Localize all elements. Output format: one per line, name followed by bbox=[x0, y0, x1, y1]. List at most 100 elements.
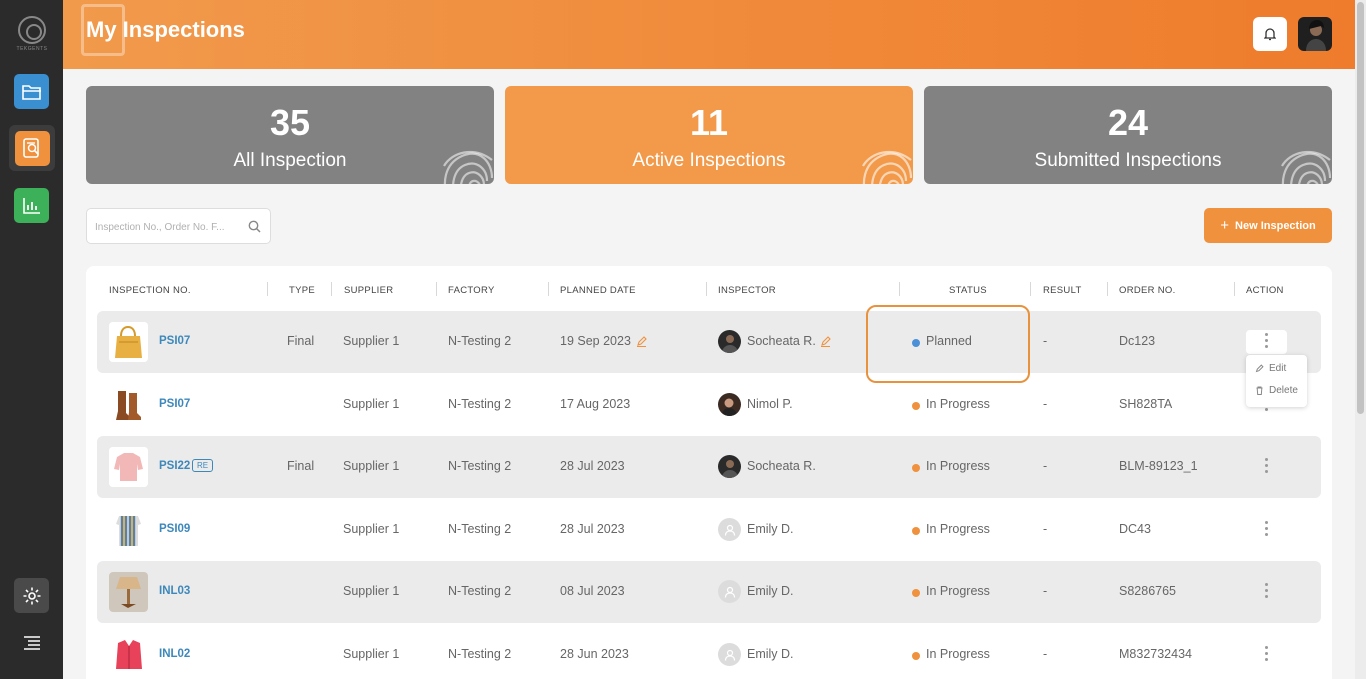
pencil-icon bbox=[1255, 364, 1264, 373]
factory-cell: N-Testing 2 bbox=[448, 459, 512, 473]
inspector-avatar-placeholder bbox=[718, 643, 741, 666]
planned-date-cell: 19 Sep 2023 bbox=[560, 334, 631, 348]
kebab-menu-icon[interactable] bbox=[1265, 521, 1269, 539]
edit-date-pencil-icon[interactable] bbox=[636, 336, 647, 347]
type-cell: Final bbox=[287, 459, 315, 473]
product-thumbnail bbox=[109, 510, 148, 550]
status-cell: In Progress bbox=[926, 584, 990, 598]
result-cell: - bbox=[1043, 584, 1048, 598]
inspections-table: INSPECTION NO. TYPE SUPPLIER FACTORY PLA… bbox=[86, 266, 1332, 679]
kebab-menu-icon[interactable] bbox=[1265, 583, 1269, 601]
inspection-no-link[interactable]: PSI22 bbox=[159, 460, 190, 472]
stat-label: Active Inspections bbox=[632, 150, 786, 171]
inspector-avatar bbox=[718, 330, 741, 353]
user-icon bbox=[724, 524, 735, 536]
order-no-cell: Dc123 bbox=[1119, 334, 1156, 348]
nav-reports-button[interactable] bbox=[14, 188, 49, 223]
delete-menu-item[interactable]: Delete bbox=[1255, 385, 1298, 396]
nav-settings-button[interactable] bbox=[14, 578, 49, 613]
stat-card-active[interactable]: 11 Active Inspections bbox=[505, 86, 913, 184]
factory-cell: N-Testing 2 bbox=[448, 584, 512, 598]
col-factory[interactable]: FACTORY bbox=[448, 285, 495, 296]
product-thumbnail bbox=[109, 635, 148, 675]
stat-label: All Inspection bbox=[233, 150, 347, 171]
table-row[interactable]: INL03 Supplier 1 N-Testing 2 08 Jul 2023… bbox=[97, 561, 1321, 623]
edit-menu-item[interactable]: Edit bbox=[1255, 363, 1286, 374]
kebab-menu-icon[interactable] bbox=[1265, 333, 1269, 351]
table-row[interactable]: PSI07 Supplier 1 N-Testing 2 17 Aug 2023… bbox=[97, 374, 1321, 436]
stat-count: 24 bbox=[1107, 102, 1149, 143]
scrollbar-thumb[interactable] bbox=[1357, 2, 1364, 414]
col-result[interactable]: RESULT bbox=[1043, 285, 1082, 296]
fingerprint-icon bbox=[443, 150, 494, 184]
inspector-name-cell: Socheata R. bbox=[747, 459, 816, 473]
kebab-menu-icon[interactable] bbox=[1265, 646, 1269, 664]
app-logo-text: TEKGENTS bbox=[16, 46, 48, 52]
table-row[interactable]: PSI09 Supplier 1 N-Testing 2 28 Jul 2023… bbox=[97, 499, 1321, 561]
nav-inspections-button[interactable] bbox=[9, 125, 55, 171]
status-dot bbox=[912, 402, 920, 410]
factory-cell: N-Testing 2 bbox=[448, 397, 512, 411]
delete-label: Delete bbox=[1269, 385, 1298, 396]
page-scrollbar[interactable] bbox=[1355, 0, 1366, 679]
edit-inspector-pencil-icon[interactable] bbox=[820, 336, 831, 347]
plus-icon: + bbox=[1220, 217, 1230, 234]
supplier-cell: Supplier 1 bbox=[343, 647, 400, 661]
col-order-no[interactable]: ORDER NO. bbox=[1119, 285, 1176, 296]
inspection-no-link[interactable]: PSI09 bbox=[159, 523, 190, 535]
col-inspection-no[interactable]: INSPECTION NO. bbox=[109, 285, 191, 296]
stat-card-submitted[interactable]: 24 Submitted Inspections bbox=[924, 86, 1332, 184]
table-row[interactable]: INL02 Supplier 1 N-Testing 2 28 Jun 2023… bbox=[97, 624, 1321, 679]
nav-folders-button[interactable] bbox=[14, 74, 49, 109]
user-icon bbox=[724, 649, 735, 661]
order-no-cell: S8286765 bbox=[1119, 584, 1177, 598]
inspection-no-link[interactable]: INL03 bbox=[159, 585, 190, 597]
fingerprint-icon bbox=[1281, 150, 1332, 184]
factory-cell: N-Testing 2 bbox=[448, 647, 512, 661]
status-cell: In Progress bbox=[926, 647, 990, 661]
col-type[interactable]: TYPE bbox=[289, 285, 315, 296]
stat-card-all[interactable]: 35 All Inspection bbox=[86, 86, 494, 184]
kebab-menu-icon[interactable] bbox=[1265, 458, 1269, 476]
order-no-cell: BLM-89123_1 bbox=[1119, 459, 1198, 473]
result-cell: - bbox=[1043, 459, 1048, 473]
user-avatar[interactable] bbox=[1298, 17, 1332, 51]
inspector-avatar bbox=[718, 393, 741, 416]
result-cell: - bbox=[1043, 647, 1048, 661]
status-highlight-outline bbox=[866, 305, 1030, 383]
page-title: My Inspections bbox=[86, 17, 245, 42]
col-inspector[interactable]: INSPECTOR bbox=[718, 285, 776, 296]
edit-label: Edit bbox=[1269, 363, 1287, 374]
stat-label: Submitted Inspections bbox=[1034, 150, 1222, 171]
order-no-cell: DC43 bbox=[1119, 522, 1151, 536]
inspection-no-link[interactable]: PSI07 bbox=[159, 335, 190, 347]
col-status[interactable]: STATUS bbox=[949, 285, 987, 296]
search-icon[interactable] bbox=[248, 220, 261, 233]
col-planned-date[interactable]: PLANNED DATE bbox=[560, 285, 636, 296]
inspector-name-cell: Emily D. bbox=[747, 522, 794, 536]
planned-date-cell: 17 Aug 2023 bbox=[560, 397, 631, 411]
notifications-button[interactable] bbox=[1253, 17, 1287, 51]
inspection-no-link[interactable]: PSI07 bbox=[159, 398, 190, 410]
inspection-no-link[interactable]: INL02 bbox=[159, 648, 190, 660]
supplier-cell: Supplier 1 bbox=[343, 584, 400, 598]
new-inspection-button[interactable]: + New Inspection bbox=[1204, 208, 1332, 243]
status-dot bbox=[912, 589, 920, 597]
search-input[interactable] bbox=[95, 218, 245, 236]
page-header: My Inspections bbox=[63, 0, 1355, 69]
status-dot bbox=[912, 652, 920, 660]
status-cell: In Progress bbox=[926, 522, 990, 536]
menu-toggle-button[interactable] bbox=[14, 625, 49, 660]
col-supplier[interactable]: SUPPLIER bbox=[344, 285, 393, 296]
stat-count: 35 bbox=[269, 102, 311, 143]
result-cell: - bbox=[1043, 522, 1048, 536]
table-row[interactable]: PSI22 RE Final Supplier 1 N-Testing 2 28… bbox=[97, 436, 1321, 498]
inspector-name-cell: Nimol P. bbox=[747, 397, 793, 411]
bell-icon bbox=[1264, 28, 1276, 41]
product-thumbnail bbox=[109, 447, 148, 487]
table-row[interactable]: PSI07 Final Supplier 1 N-Testing 2 19 Se… bbox=[97, 311, 1321, 373]
status-cell: In Progress bbox=[926, 459, 990, 473]
planned-date-cell: 08 Jul 2023 bbox=[560, 584, 625, 598]
order-no-cell: M832732434 bbox=[1119, 647, 1192, 661]
type-cell: Final bbox=[287, 334, 315, 348]
